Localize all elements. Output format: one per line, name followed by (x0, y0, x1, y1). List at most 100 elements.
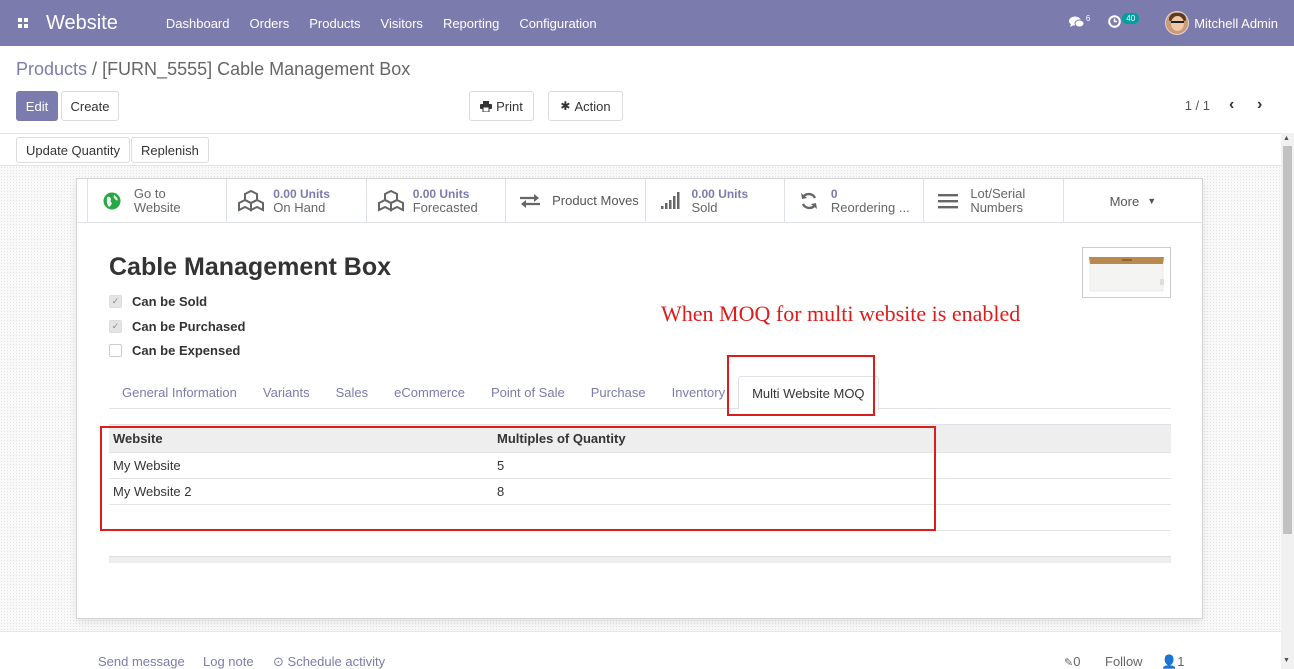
cell-website[interactable]: My Website 2 (109, 478, 493, 505)
user-menu[interactable]: Mitchell Admin (1165, 11, 1278, 35)
menu-item-products[interactable]: Products (309, 16, 360, 31)
systray: 6 40 Mitchell Admin (1051, 0, 1278, 46)
followers-button[interactable]: 👤1 (1161, 654, 1184, 669)
product-name[interactable]: Cable Management Box (109, 253, 391, 282)
on-hand-value: 0.00 Units (273, 187, 330, 201)
cell-website[interactable]: My Website (109, 452, 493, 479)
scroll-up-arrow-icon[interactable]: ▲ (1283, 135, 1290, 142)
column-header-multiples[interactable]: Multiples of Quantity (493, 424, 1171, 453)
menu-item-reporting[interactable]: Reporting (443, 16, 499, 31)
reordering-label: Reordering ... (830, 200, 910, 215)
empty-table-row (109, 504, 1171, 531)
form-statusbar: Update Quantity Replenish (0, 133, 1294, 166)
print-label: Print (496, 98, 523, 114)
schedule-activity-label: Schedule activity (287, 654, 386, 669)
product-moves-label: Product Moves (552, 193, 639, 208)
cell-multiples[interactable]: 5 (493, 452, 1171, 479)
tab-general-information[interactable]: General Information (109, 376, 250, 409)
moq-table: Website Multiples of Quantity My Website… (109, 424, 1171, 531)
replenish-button[interactable]: Replenish (131, 137, 209, 163)
lot-serial-numbers-button[interactable]: Lot/Serial Numbers (923, 179, 1062, 223)
log-note-button[interactable]: Log note (203, 654, 254, 669)
can-be-purchased-label: Can be Purchased (132, 319, 246, 334)
send-message-button[interactable]: Send message (98, 654, 185, 669)
app-brand[interactable]: Website (46, 12, 118, 35)
forecasted-label: Forecasted (412, 200, 478, 215)
more-button[interactable]: More ▼ (1062, 179, 1202, 223)
schedule-activity-button[interactable]: ⊙ Schedule activity (273, 654, 385, 669)
messaging-menu[interactable]: 6 (1068, 13, 1091, 31)
can-be-purchased-field[interactable]: Can be Purchased (109, 319, 245, 334)
bars-icon (934, 187, 962, 215)
pager-value[interactable]: 1 / 1 (1185, 98, 1210, 113)
go-to-line2: Website (133, 200, 181, 215)
table-row[interactable]: My Website 5 (109, 452, 1171, 479)
column-header-website[interactable]: Website (109, 424, 493, 453)
avatar (1165, 11, 1190, 35)
go-to-line1: Go to (133, 186, 166, 201)
forecasted-value: 0.00 Units (412, 187, 470, 201)
pager-previous-icon[interactable]: ‹ (1229, 96, 1234, 114)
tab-multi-website-moq[interactable]: Multi Website MOQ (738, 376, 879, 410)
on-hand-button[interactable]: 0.00 Units On Hand (226, 179, 365, 223)
reordering-rules-button[interactable]: 0 Reordering ... (783, 179, 923, 223)
go-to-website-button[interactable]: Go to Website (86, 179, 226, 223)
paperclip-icon: ✎ (1064, 657, 1074, 669)
follow-button[interactable]: Follow (1105, 654, 1143, 669)
table-row[interactable]: My Website 2 8 (109, 478, 1171, 505)
create-button[interactable]: Create (61, 91, 119, 121)
sold-button[interactable]: 0.00 Units Sold (644, 179, 784, 223)
tab-inventory[interactable]: Inventory (659, 376, 738, 409)
tab-ecommerce[interactable]: eCommerce (381, 376, 478, 409)
menu-item-visitors[interactable]: Visitors (381, 16, 423, 31)
more-label: More (1109, 193, 1140, 209)
pager-next-icon[interactable]: › (1257, 96, 1262, 114)
can-be-expensed-label: Can be Expensed (132, 343, 241, 358)
sold-label: Sold (691, 200, 718, 215)
menu-item-orders[interactable]: Orders (250, 16, 290, 31)
table-header-row: Website Multiples of Quantity (109, 424, 1171, 453)
on-hand-label: On Hand (273, 200, 326, 215)
breadcrumb-current: [FURN_5555] Cable Management Box (102, 59, 411, 79)
forecasted-button[interactable]: 0.00 Units Forecasted (365, 179, 505, 223)
lot-serial-line2: Numbers (970, 200, 1024, 215)
can-be-expensed-checkbox[interactable] (109, 344, 122, 357)
menu-item-configuration[interactable]: Configuration (519, 16, 596, 31)
tab-purchase[interactable]: Purchase (578, 376, 659, 409)
tab-variants[interactable]: Variants (250, 376, 323, 409)
signal-icon (656, 187, 684, 215)
print-icon (480, 100, 493, 112)
attachments-button[interactable]: ✎0 (1064, 654, 1080, 669)
scrollbar-thumb[interactable] (1283, 146, 1292, 534)
user-name: Mitchell Admin (1194, 15, 1278, 31)
can-be-purchased-checkbox[interactable] (109, 320, 122, 333)
form-bottom-separator (109, 556, 1171, 563)
edit-button[interactable]: Edit (16, 91, 58, 121)
action-button[interactable]: ✱ Action (548, 91, 623, 121)
can-be-expensed-field[interactable]: Can be Expensed (109, 343, 240, 358)
cell-multiples[interactable]: 8 (493, 478, 1171, 505)
smart-buttons-row: Go to Website 0.00 Units On Hand 0.00 Un… (77, 179, 1202, 223)
can-be-sold-checkbox[interactable] (109, 295, 122, 308)
product-moves-button[interactable]: Product Moves (505, 179, 644, 223)
clock-icon: ⊙ (273, 654, 284, 669)
activity-menu[interactable]: 40 (1108, 12, 1140, 31)
chatter-topbar: Send message Log note ⊙ Schedule activit… (0, 631, 1281, 669)
update-quantity-button[interactable]: Update Quantity (16, 137, 130, 163)
tab-point-of-sale[interactable]: Point of Sale (478, 376, 578, 409)
cubes-icon (377, 187, 405, 215)
action-label: Action (574, 98, 611, 114)
print-button[interactable]: Print (469, 91, 534, 121)
top-navbar: Website Dashboard Orders Products Visito… (0, 0, 1294, 46)
can-be-sold-field[interactable]: Can be Sold (109, 294, 207, 309)
breadcrumb-products[interactable]: Products (16, 59, 87, 79)
messages-counter: 6 (1085, 13, 1091, 23)
tab-sales[interactable]: Sales (323, 376, 382, 409)
product-image[interactable] (1082, 247, 1171, 298)
apps-menu-icon[interactable] (0, 0, 46, 46)
followers-count: 1 (1177, 654, 1185, 669)
scroll-down-arrow-icon[interactable]: ▼ (1283, 657, 1290, 664)
notebook-tabs: General Information Variants Sales eComm… (109, 376, 1171, 410)
menu-item-dashboard[interactable]: Dashboard (166, 16, 230, 31)
gear-icon: ✱ (560, 99, 571, 113)
